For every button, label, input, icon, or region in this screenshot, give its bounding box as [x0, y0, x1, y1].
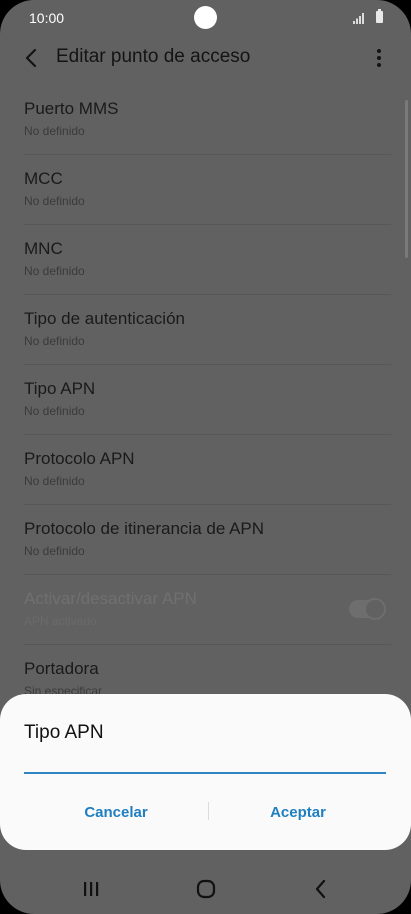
setting-protocolo-apn[interactable]: Protocolo APN No definido	[0, 435, 411, 505]
dialog-title: Tipo APN	[24, 722, 104, 743]
setting-value: No definido	[24, 544, 85, 558]
setting-label: Tipo de autenticación	[24, 309, 185, 328]
more-options-icon[interactable]	[367, 46, 391, 70]
setting-label: MCC	[24, 169, 63, 188]
setting-label: Puerto MMS	[24, 99, 119, 118]
apn-toggle-switch[interactable]	[349, 598, 386, 620]
signal-icon	[353, 13, 364, 24]
setting-value: No definido	[24, 264, 85, 278]
setting-label: Protocolo de itinerancia de APN	[24, 519, 265, 538]
apn-type-input[interactable]	[24, 756, 386, 774]
setting-label: Portadora	[24, 659, 99, 678]
cancel-button[interactable]: Cancelar	[21, 804, 211, 821]
setting-value: No definido	[24, 334, 85, 348]
toggle-knob	[364, 598, 386, 620]
navigation-bar	[0, 862, 411, 914]
setting-label: MNC	[24, 239, 63, 258]
setting-label: Protocolo APN	[24, 449, 135, 468]
setting-mcc[interactable]: MCC No definido	[0, 155, 411, 225]
recent-apps-icon[interactable]	[78, 876, 104, 902]
accept-button[interactable]: Aceptar	[203, 804, 393, 821]
scrollbar[interactable]	[405, 100, 408, 258]
setting-mnc[interactable]: MNC No definido	[0, 225, 411, 295]
app-bar: Editar punto de acceso	[0, 36, 411, 80]
setting-tipo-apn[interactable]: Tipo APN No definido	[0, 365, 411, 435]
page-title: Editar punto de acceso	[56, 46, 251, 67]
settings-list: Puerto MMS No definido MCC No definido M…	[0, 85, 411, 715]
battery-icon	[376, 9, 383, 23]
setting-value: No definido	[24, 404, 85, 418]
setting-puerto-mms[interactable]: Puerto MMS No definido	[0, 85, 411, 155]
nav-back-icon[interactable]	[308, 876, 334, 902]
setting-protocolo-itinerancia[interactable]: Protocolo de itinerancia de APN No defin…	[0, 505, 411, 575]
home-icon[interactable]	[193, 876, 219, 902]
phone-screen: 10:00 Editar punto de acceso Puerto MMS …	[0, 0, 411, 914]
tipo-apn-dialog: Tipo APN Cancelar Aceptar	[0, 694, 411, 850]
setting-activar-apn[interactable]: Activar/desactivar APN APN activado	[0, 575, 411, 645]
setting-value: No definido	[24, 194, 85, 208]
setting-tipo-autenticacion[interactable]: Tipo de autenticación No definido	[0, 295, 411, 365]
camera-cutout	[194, 6, 217, 29]
setting-value: No definido	[24, 124, 85, 138]
status-time: 10:00	[29, 10, 65, 26]
back-arrow-icon[interactable]	[20, 46, 44, 70]
status-bar: 10:00	[0, 0, 411, 36]
setting-label: Tipo APN	[24, 379, 96, 398]
setting-label: Activar/desactivar APN	[24, 589, 197, 608]
setting-value: APN activado	[24, 614, 97, 628]
setting-value: No definido	[24, 474, 85, 488]
